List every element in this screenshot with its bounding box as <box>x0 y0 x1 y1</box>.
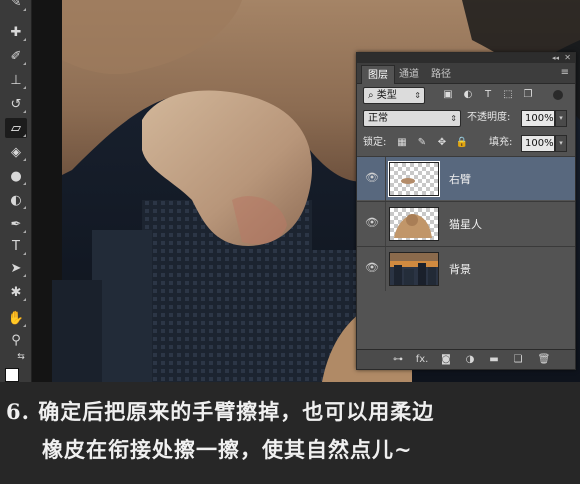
add-mask-icon[interactable]: ◙ <box>439 353 453 367</box>
layer-name[interactable]: 猫星人 <box>449 216 482 232</box>
lock-row: 锁定: ▦ ✎ ✥ 🔒 填充: 100% ▾ <box>357 132 575 156</box>
layers-panel: ◂◂ ✕ 图层 通道 路径 ≡ ⌕ 类型 ⇕ ▣ ◐ T ⬚ ❐ 正常 ⇕ 不透… <box>356 52 576 370</box>
visibility-eye-icon[interactable]: 👁 <box>364 260 380 276</box>
healing-brush-icon[interactable]: ✚ <box>5 22 27 42</box>
eraser-icon[interactable]: ▱ <box>5 118 27 138</box>
chevron-updown-icon: ⇕ <box>450 114 457 123</box>
divider <box>385 247 386 291</box>
opacity-label: 不透明度: <box>467 112 511 123</box>
pen-icon[interactable]: ✒ <box>5 214 27 234</box>
blur-icon[interactable]: ● <box>5 166 27 186</box>
visibility-eye-icon[interactable]: 👁 <box>364 170 380 186</box>
clone-stamp-icon[interactable]: ⊥ <box>5 70 27 90</box>
search-icon: ⌕ <box>368 90 374 101</box>
layer-row-background[interactable]: 👁 背景 <box>357 246 575 291</box>
dodge-icon[interactable]: ◐ <box>5 190 27 210</box>
blend-mode-select[interactable]: 正常 ⇕ <box>363 110 461 127</box>
filter-kind-label: 类型 <box>376 90 397 101</box>
tab-layers[interactable]: 图层 <box>361 65 395 84</box>
history-brush-icon[interactable]: ↺ <box>5 94 27 114</box>
cat-thumbnail-image <box>394 214 432 238</box>
collapse-panel-icon[interactable]: ◂◂ <box>552 53 559 63</box>
panel-header: ◂◂ ✕ <box>357 53 575 63</box>
layer-thumbnail <box>389 252 439 286</box>
custom-shape-icon[interactable]: ✱ <box>5 282 27 302</box>
layer-style-icon[interactable]: fx. <box>415 353 429 367</box>
tutorial-caption: 6. 确定后把原来的手臂擦掉，也可以用柔边 橡皮在衔接处擦一擦，使其自然点儿~ <box>0 382 580 484</box>
brush-icon[interactable]: ✐ <box>5 46 27 66</box>
tab-paths[interactable]: 路径 <box>425 65 457 84</box>
layer-row-right-arm[interactable]: 👁 右臂 <box>357 156 575 201</box>
delete-layer-icon[interactable]: 🗑 <box>537 353 551 367</box>
filter-toggle[interactable] <box>553 90 563 100</box>
visibility-eye-icon[interactable]: 👁 <box>364 215 380 231</box>
layers-bottom-bar: ⊶ fx. ◙ ◑ ▬ ❏ 🗑 <box>357 349 575 369</box>
lock-image-icon[interactable]: ✎ <box>415 136 429 150</box>
pixel-filter-icon[interactable]: ▣ <box>441 88 455 102</box>
tools-panel: ✎ ✚ ✐ ⊥ ↺ ▱ ◈ ● ◐ ✒ T ➤ ✱ ✋ ⚲ ⇆ <box>0 0 32 382</box>
paint-bucket-icon[interactable]: ◈ <box>5 142 27 162</box>
opacity-input[interactable]: 100% <box>521 110 555 127</box>
city-thumbnail-image <box>390 253 438 285</box>
panel-tabs: 图层 通道 路径 ≡ <box>357 63 575 84</box>
layer-name[interactable]: 背景 <box>449 261 471 277</box>
divider <box>385 157 386 201</box>
filter-kind-select[interactable]: ⌕ 类型 ⇕ <box>363 87 425 104</box>
caption-line-2: 橡皮在衔接处擦一擦，使其自然点儿~ <box>42 437 413 462</box>
swap-colors-icon[interactable]: ⇆ <box>14 350 28 364</box>
tab-channels[interactable]: 通道 <box>393 65 425 84</box>
type-filter-icon[interactable]: T <box>481 88 495 102</box>
layer-name[interactable]: 右臂 <box>449 171 471 187</box>
fill-slider-toggle[interactable]: ▾ <box>555 135 567 152</box>
filter-row: ⌕ 类型 ⇕ ▣ ◐ T ⬚ ❐ <box>357 84 575 108</box>
lock-all-icon[interactable]: 🔒 <box>455 136 469 150</box>
hand-icon[interactable]: ✋ <box>5 308 27 328</box>
opacity-slider-toggle[interactable]: ▾ <box>555 110 567 127</box>
new-layer-icon[interactable]: ❏ <box>511 353 525 367</box>
caption-line-1: 6. 确定后把原来的手臂擦掉，也可以用柔边 <box>6 399 435 424</box>
divider <box>385 202 386 246</box>
lock-transparent-icon[interactable]: ▦ <box>395 136 409 150</box>
lock-label: 锁定: <box>363 137 387 148</box>
chevron-updown-icon: ⇕ <box>414 91 421 100</box>
foreground-color-swatch[interactable] <box>5 368 19 382</box>
adjustment-filter-icon[interactable]: ◐ <box>461 88 475 102</box>
close-panel-icon[interactable]: ✕ <box>564 53 571 63</box>
arm-thumbnail-image <box>401 178 415 184</box>
shape-filter-icon[interactable]: ⬚ <box>501 88 515 102</box>
layer-thumbnail <box>388 161 440 197</box>
blend-row: 正常 ⇕ 不透明度: 100% ▾ <box>357 108 575 132</box>
link-layers-icon[interactable]: ⊶ <box>391 353 405 367</box>
path-selection-icon[interactable]: ➤ <box>5 258 27 278</box>
fill-input[interactable]: 100% <box>521 135 555 152</box>
lock-position-icon[interactable]: ✥ <box>435 136 449 150</box>
fill-label: 填充: <box>489 137 513 148</box>
adjustment-layer-icon[interactable]: ◑ <box>463 353 477 367</box>
type-icon[interactable]: T <box>5 236 27 256</box>
eyedropper-icon[interactable]: ✎ <box>5 0 27 12</box>
smart-object-filter-icon[interactable]: ❐ <box>521 88 535 102</box>
layer-thumbnail <box>389 207 439 241</box>
new-group-icon[interactable]: ▬ <box>487 353 501 367</box>
layer-row-cat[interactable]: 👁 猫星人 <box>357 201 575 246</box>
zoom-icon[interactable]: ⚲ <box>5 330 27 350</box>
panel-menu-icon[interactable]: ≡ <box>561 67 569 78</box>
